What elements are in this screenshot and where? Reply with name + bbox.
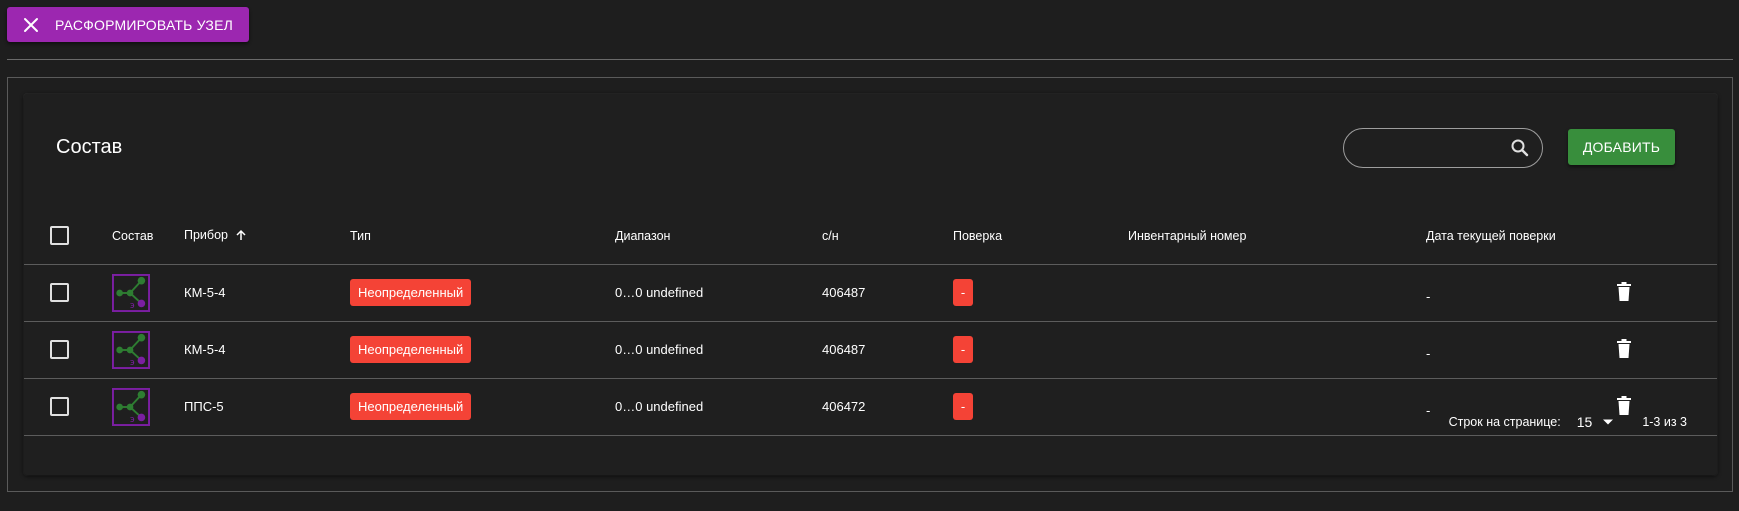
type-cell: Неопределенный <box>350 321 615 379</box>
search-input[interactable] <box>1344 139 1510 157</box>
verification-chip: - <box>953 336 973 363</box>
rows-per-page-label: Строк на странице: <box>1448 415 1561 429</box>
delete-icon[interactable] <box>1616 338 1632 358</box>
add-button[interactable]: ДОБАВИТЬ <box>1568 129 1675 165</box>
inventory-cell <box>1128 321 1426 379</box>
node-composition-icon: э <box>112 273 150 312</box>
header-type[interactable]: Тип <box>350 208 615 265</box>
verification-cell: - <box>953 321 1128 379</box>
composition-card: Состав ДОБАВИТЬ Состав Прибор Тип Диапаз… <box>24 94 1717 475</box>
header-range[interactable]: Диапазон <box>615 208 822 265</box>
svg-text:э: э <box>130 358 135 368</box>
row-checkbox[interactable] <box>50 340 69 359</box>
row-select-cell <box>24 264 112 322</box>
header-current-verification-date-label[interactable]: Дата текущей поверки <box>1426 229 1556 243</box>
node-composition-icon: э <box>112 330 150 369</box>
disband-node-label: РАСФОРМИРОВАТЬ УЗЕЛ <box>55 16 234 33</box>
header-verification[interactable]: Поверка <box>953 208 1128 265</box>
pagination-range: 1-3 из 3 <box>1642 415 1687 429</box>
device-cell: КМ-5-4 <box>184 321 350 379</box>
header-composition: Состав <box>112 208 184 265</box>
arrow-up-icon[interactable] <box>235 229 247 244</box>
search-icon[interactable] <box>1510 138 1530 158</box>
card-title: Состав <box>56 136 123 158</box>
header-inventory[interactable]: Инвентарный номер <box>1128 208 1426 265</box>
type-chip: Неопределенный <box>350 336 472 363</box>
table-row[interactable]: э КМ-5-4 Неопределенный 0…0 undefined 40… <box>24 264 1717 322</box>
search-box[interactable] <box>1343 128 1543 168</box>
verification-cell: - <box>953 264 1128 322</box>
table-header-row: Состав Прибор Тип Диапазон с/н Поверка И… <box>24 208 1717 265</box>
rows-per-page-select[interactable]: 15 <box>1577 414 1615 430</box>
header-device-label[interactable]: Прибор <box>184 228 228 242</box>
serial-cell: 406487 <box>822 264 953 322</box>
svg-text:э: э <box>130 301 135 311</box>
date-value: - <box>1426 345 1431 361</box>
verification-chip: - <box>953 279 973 306</box>
row-checkbox[interactable] <box>50 283 69 302</box>
select-all-checkbox[interactable] <box>50 226 69 246</box>
rows-per-page-value[interactable]: 15 <box>1577 414 1593 430</box>
row-select-cell <box>24 321 112 379</box>
serial-cell: 406487 <box>822 321 953 379</box>
date-value: - <box>1426 288 1431 304</box>
inventory-cell <box>1128 264 1426 322</box>
range-cell: 0…0 undefined <box>615 321 822 379</box>
date-actions-cell: - <box>1426 321 1717 379</box>
table-row[interactable]: э КМ-5-4 Неопределенный 0…0 undefined 40… <box>24 321 1717 379</box>
disband-node-button[interactable]: РАСФОРМИРОВАТЬ УЗЕЛ <box>7 7 250 42</box>
delete-icon[interactable] <box>1616 281 1632 301</box>
select-all-cell <box>24 208 112 265</box>
type-cell: Неопределенный <box>350 264 615 322</box>
date-actions-cell: - <box>1426 264 1717 322</box>
header-serial[interactable]: с/н <box>822 208 953 265</box>
composition-cell: э <box>112 321 184 379</box>
range-cell: 0…0 undefined <box>615 264 822 322</box>
device-cell: КМ-5-4 <box>184 264 350 322</box>
header-current-verification-date[interactable]: Дата текущей поверки <box>1426 208 1717 265</box>
table-pagination: Строк на странице: 15 1-3 из 3 <box>24 394 1717 450</box>
close-icon <box>24 17 38 32</box>
top-bar: РАСФОРМИРОВАТЬ УЗЕЛ <box>7 7 250 42</box>
header-device[interactable]: Прибор <box>184 208 350 265</box>
chevron-down-icon[interactable] <box>1602 418 1614 426</box>
type-chip: Неопределенный <box>350 279 472 306</box>
composition-cell: э <box>112 264 184 322</box>
section-divider <box>7 59 1733 60</box>
